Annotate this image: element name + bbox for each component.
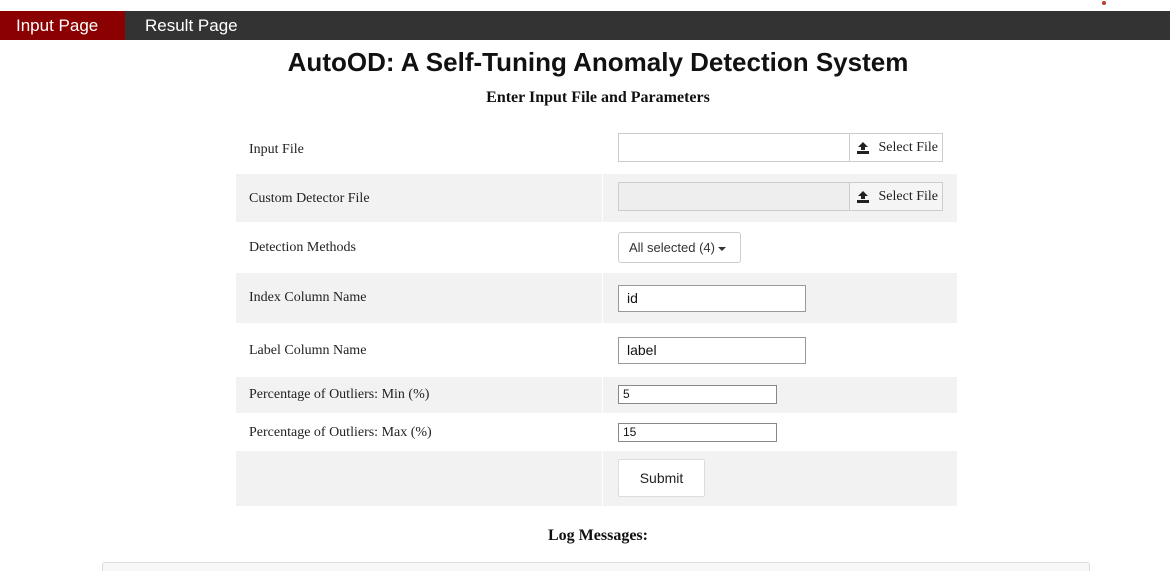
outliers-min-input[interactable]: 5 xyxy=(618,385,777,404)
row-detection-methods: Detection Methods All selected (4) xyxy=(236,222,957,272)
index-column-input[interactable]: id xyxy=(618,285,806,312)
caret-down-icon xyxy=(717,246,726,251)
tab-input-page[interactable]: Input Page xyxy=(0,11,125,40)
custom-detector-file-field xyxy=(618,182,850,211)
row-label-column: Label Column Name label xyxy=(236,323,957,377)
input-file-label: Input File xyxy=(249,142,304,157)
row-custom-detector-file: Custom Detector File Select File xyxy=(236,174,957,222)
label-column-label: Label Column Name xyxy=(249,343,367,358)
custom-detector-select-label: Select File xyxy=(878,189,939,204)
outliers-min-label: Percentage of Outliers: Min (%) xyxy=(249,387,430,402)
upload-icon xyxy=(857,191,869,203)
top-strip xyxy=(0,0,1170,11)
log-messages-heading: Log Messages: xyxy=(548,527,648,544)
page-title: AutoOD: A Self-Tuning Anomaly Detection … xyxy=(287,47,909,77)
detection-methods-label: Detection Methods xyxy=(249,240,356,255)
outliers-max-input[interactable]: 15 xyxy=(618,423,777,442)
row-outliers-min: Percentage of Outliers: Min (%) 5 xyxy=(236,377,957,413)
detection-methods-selected: All selected (4) xyxy=(629,240,715,255)
upload-icon xyxy=(857,142,869,154)
tab-result-page[interactable]: Result Page xyxy=(129,11,254,40)
custom-detector-file-group: Select File xyxy=(618,182,943,211)
log-messages-box xyxy=(102,562,1090,571)
row-outliers-max: Percentage of Outliers: Max (%) 15 xyxy=(236,413,957,451)
input-file-select-label: Select File xyxy=(878,140,939,155)
navbar: Input Page Result Page xyxy=(0,11,1170,40)
indicator-dot xyxy=(1102,1,1106,5)
outliers-max-label: Percentage of Outliers: Max (%) xyxy=(249,425,432,440)
row-input-file: Input File Select File xyxy=(236,124,957,171)
detection-methods-dropdown[interactable]: All selected (4) xyxy=(618,232,741,263)
input-file-group: Select File xyxy=(618,133,943,162)
submit-button[interactable]: Submit xyxy=(618,459,705,497)
input-file-field[interactable] xyxy=(618,133,850,162)
row-index-column: Index Column Name id xyxy=(236,273,957,323)
input-file-select-button[interactable]: Select File xyxy=(849,133,943,162)
custom-detector-file-label: Custom Detector File xyxy=(249,191,370,206)
label-column-input[interactable]: label xyxy=(618,337,806,364)
page-subtitle: Enter Input File and Parameters xyxy=(486,89,710,106)
row-submit: Submit xyxy=(236,451,957,506)
custom-detector-select-button[interactable]: Select File xyxy=(849,182,943,211)
index-column-label: Index Column Name xyxy=(249,290,367,305)
